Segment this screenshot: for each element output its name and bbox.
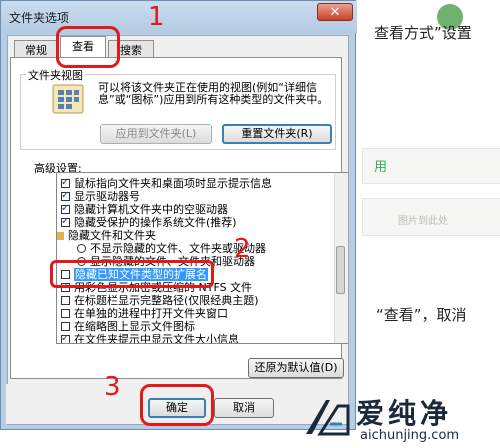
annotation-box-view-tab bbox=[56, 26, 120, 68]
list-item-label: 在文件夹提示中显示文件大小信息 bbox=[74, 333, 239, 344]
watermark-name: 爱纯净 bbox=[356, 397, 453, 430]
upload-hint: 图片到此处 bbox=[398, 216, 448, 227]
list-item[interactable]: 显示驱动器号 bbox=[61, 189, 140, 203]
folder-view-description: 可以将该文件夹正在使用的视图(例如“详细信息”或“图标”)应用到所有这种类型的文… bbox=[98, 81, 329, 106]
checkbox[interactable] bbox=[61, 322, 70, 331]
watermark-logo-icon bbox=[306, 400, 350, 436]
article-green-text: 用 bbox=[374, 160, 388, 175]
list-item-label: 在标题栏显示完整路径(仅限经典主题) bbox=[74, 294, 259, 307]
list-item[interactable]: 隐藏计算机文件夹中的空驱动器 bbox=[61, 202, 228, 216]
folder-view-icon bbox=[52, 84, 84, 114]
folder-view-title: 文件夹视图 bbox=[26, 67, 85, 83]
article-text-line-2: “查看”，取消 bbox=[376, 306, 467, 324]
list-item-label: 在单独的进程中打开文件夹窗口 bbox=[74, 307, 228, 320]
list-item-label: 隐藏文件和文件夹 bbox=[68, 229, 156, 242]
checkbox[interactable] bbox=[61, 215, 70, 228]
checkbox[interactable] bbox=[61, 332, 70, 343]
list-item[interactable]: 在文件夹提示中显示文件大小信息 bbox=[61, 332, 239, 344]
list-item[interactable]: 在缩略图上显示文件图标 bbox=[61, 320, 195, 333]
annotation-box-hide-extensions bbox=[50, 260, 214, 288]
list-item-label: 隐藏受保护的操作系统文件(推荐) bbox=[74, 216, 237, 229]
radio-button[interactable] bbox=[77, 244, 86, 253]
restore-defaults-button[interactable]: 还原为默认值(D) bbox=[248, 358, 344, 378]
folder-icon bbox=[57, 232, 64, 240]
list-item-label: 显示驱动器号 bbox=[74, 190, 140, 203]
article-text-line-1: 查看方式”设置 bbox=[374, 24, 472, 42]
close-icon: ✕ bbox=[329, 5, 341, 20]
annotation-box-ok bbox=[140, 384, 214, 426]
dialog-title: 文件夹选项 bbox=[9, 11, 70, 25]
annotation-step-2: 2 bbox=[234, 234, 251, 264]
list-item[interactable]: 隐藏受保护的操作系统文件(推荐) bbox=[61, 215, 237, 229]
checkbox[interactable] bbox=[61, 296, 70, 305]
dialog-titlebar[interactable]: 文件夹选项 ✕ bbox=[1, 1, 357, 33]
list-item-label: 在缩略图上显示文件图标 bbox=[74, 320, 195, 333]
list-item-label: 隐藏计算机文件夹中的空驱动器 bbox=[74, 203, 228, 216]
list-item-label: 鼠标指向文件夹和桌面项时显示提示信息 bbox=[74, 177, 272, 190]
close-button[interactable]: ✕ bbox=[317, 3, 353, 21]
annotation-step-3: 3 bbox=[104, 372, 121, 402]
list-item[interactable]: 在单独的进程中打开文件夹窗口 bbox=[61, 307, 228, 320]
list-item[interactable]: 鼠标指向文件夹和桌面项时显示提示信息 bbox=[61, 176, 272, 190]
annotation-step-1: 1 bbox=[148, 2, 165, 32]
list-item: 隐藏文件和文件夹 bbox=[57, 229, 156, 242]
scrollbar-thumb[interactable] bbox=[336, 246, 345, 294]
watermark-url: aichunjing.com bbox=[360, 428, 460, 443]
apply-to-folders-button[interactable]: 应用到文件夹(L) bbox=[100, 124, 212, 144]
advanced-settings-list[interactable]: 鼠标指向文件夹和桌面项时显示提示信息 显示驱动器号 隐藏计算机文件夹中的空驱动器… bbox=[56, 172, 348, 344]
list-item[interactable]: 在标题栏显示完整路径(仅限经典主题) bbox=[61, 294, 259, 307]
checkbox[interactable] bbox=[61, 176, 70, 189]
checkbox[interactable] bbox=[61, 202, 70, 215]
checkbox[interactable] bbox=[61, 189, 70, 202]
checkbox[interactable] bbox=[61, 309, 70, 318]
watermark: 爱纯净 aichunjing.com bbox=[302, 390, 500, 448]
reset-folders-button[interactable]: 重置文件夹(R) bbox=[222, 124, 332, 144]
cancel-button[interactable]: 取消 bbox=[214, 398, 274, 418]
